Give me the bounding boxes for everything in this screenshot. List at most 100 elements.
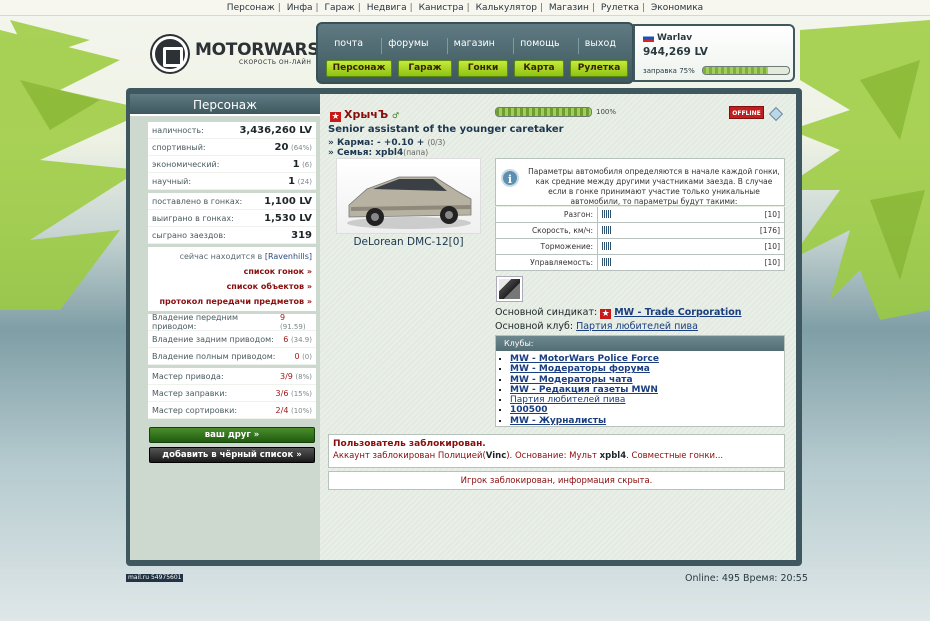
karma-extra: (0/3) bbox=[427, 138, 446, 147]
add-blacklist-button[interactable]: добавить в чёрный список » bbox=[149, 447, 315, 463]
master-value: 3/6 bbox=[275, 388, 289, 398]
transfer-log-link[interactable]: протокол передачи предметов » bbox=[152, 294, 312, 309]
stat-label: экономический: bbox=[152, 159, 220, 169]
menu-garage-button[interactable]: Гараж bbox=[398, 60, 452, 77]
health-value: 100% bbox=[596, 108, 617, 116]
club-item[interactable]: Партия любителей пива bbox=[510, 395, 625, 405]
menu-help[interactable]: помощь bbox=[513, 38, 566, 54]
player-nick: ★ ХрычЪ ♂ bbox=[330, 108, 400, 122]
topnav-shop[interactable]: Магазин bbox=[549, 3, 589, 13]
player-rank: Senior assistant of the younger caretake… bbox=[328, 124, 564, 135]
health-bar-fill bbox=[496, 108, 591, 116]
topnav-calculator[interactable]: Калькулятор bbox=[476, 3, 537, 13]
topnav-persona[interactable]: Персонаж bbox=[227, 3, 275, 13]
race-value: 319 bbox=[291, 229, 312, 241]
master-value: 3/9 bbox=[280, 371, 293, 381]
male-icon: ♂ bbox=[392, 111, 400, 120]
param-value: [10] bbox=[764, 258, 780, 267]
race-list-link[interactable]: список гонок » bbox=[152, 264, 312, 279]
param-bars bbox=[598, 241, 765, 252]
club-item[interactable]: MW - Модераторы форума bbox=[510, 364, 650, 374]
topnav-canister[interactable]: Канистра bbox=[419, 3, 464, 13]
family-value[interactable]: xpbl4 bbox=[375, 148, 403, 158]
menu-logout[interactable]: выход bbox=[577, 38, 622, 54]
master-label: Мастер сортировки: bbox=[152, 405, 238, 415]
location-prefix: сейчас находится в bbox=[179, 252, 263, 261]
param-value: [176] bbox=[759, 226, 780, 235]
profile-main: ★ ХрычЪ ♂ Senior assistant of the younger… bbox=[320, 94, 796, 560]
blocked-text: Аккаунт заблокирован Полицией(Vinc). Осн… bbox=[333, 451, 724, 461]
objects-list-link[interactable]: список объектов » bbox=[152, 279, 312, 294]
blocked-nick[interactable]: xpbl4 bbox=[600, 451, 626, 461]
race-value: 1,100 LV bbox=[264, 195, 312, 207]
drive-extra: (91.59) bbox=[280, 323, 306, 331]
menu-shop[interactable]: магазин bbox=[446, 38, 501, 54]
param-value: [10] bbox=[764, 242, 780, 251]
master-value: 2/4 bbox=[275, 405, 289, 415]
menu-races-button[interactable]: Гонки bbox=[458, 60, 508, 77]
menu-roulette-button[interactable]: Рулетка bbox=[570, 60, 628, 77]
param-label: Управляемость: bbox=[500, 254, 598, 271]
master-label: Мастер привода: bbox=[152, 371, 224, 381]
club-item[interactable]: 100500 bbox=[510, 405, 548, 415]
race-label: сыграно заездов: bbox=[152, 230, 226, 240]
logo-icon bbox=[152, 36, 188, 72]
stat-value: 1 bbox=[288, 175, 296, 187]
param-bars bbox=[598, 209, 765, 220]
your-friend-button[interactable]: ваш друг » bbox=[149, 427, 315, 443]
character-panel-title: Персонаж bbox=[130, 94, 320, 116]
club-item[interactable]: MW - Модераторы чата bbox=[510, 375, 633, 385]
topnav-economy[interactable]: Экономика bbox=[651, 3, 703, 13]
car-image bbox=[336, 158, 481, 234]
stat-extra: (64%) bbox=[290, 143, 312, 152]
topnav-garage[interactable]: Гараж bbox=[324, 3, 354, 13]
stat-value: 1 bbox=[292, 158, 300, 170]
clubs-box: Клубы: MW - MotorWars Police Force MW - … bbox=[495, 335, 785, 427]
syndicate-link[interactable]: MW - Trade Corporation bbox=[614, 307, 741, 318]
race-value: 1,530 LV bbox=[264, 212, 312, 224]
character-panel: Персонаж наличность: 3,436,260 LV спортив… bbox=[130, 94, 320, 560]
karma-value[interactable]: - +0.10 + bbox=[377, 138, 424, 148]
drive-value: 9 bbox=[280, 313, 286, 322]
club-line: Основной клуб: Партия любителей пива bbox=[495, 321, 698, 332]
club-item[interactable]: MW - Редакция газеты MWN bbox=[510, 385, 658, 395]
club-item[interactable]: MW - MotorWars Police Force bbox=[510, 354, 659, 364]
drive-value: 0 bbox=[294, 351, 300, 361]
car-name[interactable]: DeLorean DMC-12[0] bbox=[336, 236, 481, 248]
drive-label: Владение полным приводом: bbox=[152, 351, 276, 361]
info-icon: i bbox=[501, 169, 519, 187]
drive-skills: Владение передним приводом: 9 (91.59) Вла… bbox=[148, 313, 316, 365]
race-label: поставлено в гонках: bbox=[152, 196, 243, 206]
drive-value: 6 bbox=[283, 334, 289, 344]
location-link[interactable]: [Ravenhills] bbox=[265, 252, 312, 261]
menu-map-button[interactable]: Карта bbox=[514, 60, 564, 77]
russia-flag-icon bbox=[643, 33, 654, 42]
param-label: Разгон: bbox=[500, 206, 598, 223]
family-extra: (папа) bbox=[403, 148, 429, 157]
clubs-title: Клубы: bbox=[496, 336, 784, 351]
club-link[interactable]: Партия любителей пива bbox=[576, 321, 698, 332]
fuel-label: заправка 75% bbox=[643, 67, 695, 75]
stat-label: наличность: bbox=[152, 125, 204, 135]
mailru-counter[interactable]: mail.ru 54975601 bbox=[126, 574, 184, 582]
stat-extra: (6) bbox=[302, 160, 312, 169]
health-bar bbox=[495, 107, 592, 117]
online-status: Online: 495 Время: 20:55 bbox=[685, 573, 808, 584]
topnav-realty[interactable]: Недвига bbox=[367, 3, 407, 13]
menu-persona-button[interactable]: Персонаж bbox=[326, 60, 392, 77]
karma-line: » Карма: - +0.10 + (0/3) bbox=[328, 138, 446, 148]
stat-label: научный: bbox=[152, 176, 192, 186]
item-thumbnail[interactable] bbox=[496, 276, 523, 302]
menu-forums[interactable]: форумы bbox=[381, 38, 434, 54]
blocked-title: Пользователь заблокирован. bbox=[333, 439, 486, 449]
club-item[interactable]: MW - Журналисты bbox=[510, 416, 606, 426]
topnav-roulette[interactable]: Рулетка bbox=[601, 3, 639, 13]
menu-mail[interactable]: почта bbox=[328, 38, 369, 54]
blocked-by[interactable]: Vinc bbox=[486, 451, 506, 461]
topnav-info[interactable]: Инфа bbox=[287, 3, 313, 13]
drive-label: Владение передним приводом: bbox=[152, 313, 238, 331]
master-extra: (8%) bbox=[295, 372, 312, 381]
fuel-bar bbox=[702, 66, 790, 75]
syndicate-line: Основной синдикат: ★ MW - Trade Corporati… bbox=[495, 307, 742, 319]
user-name[interactable]: Warlav bbox=[657, 33, 692, 43]
